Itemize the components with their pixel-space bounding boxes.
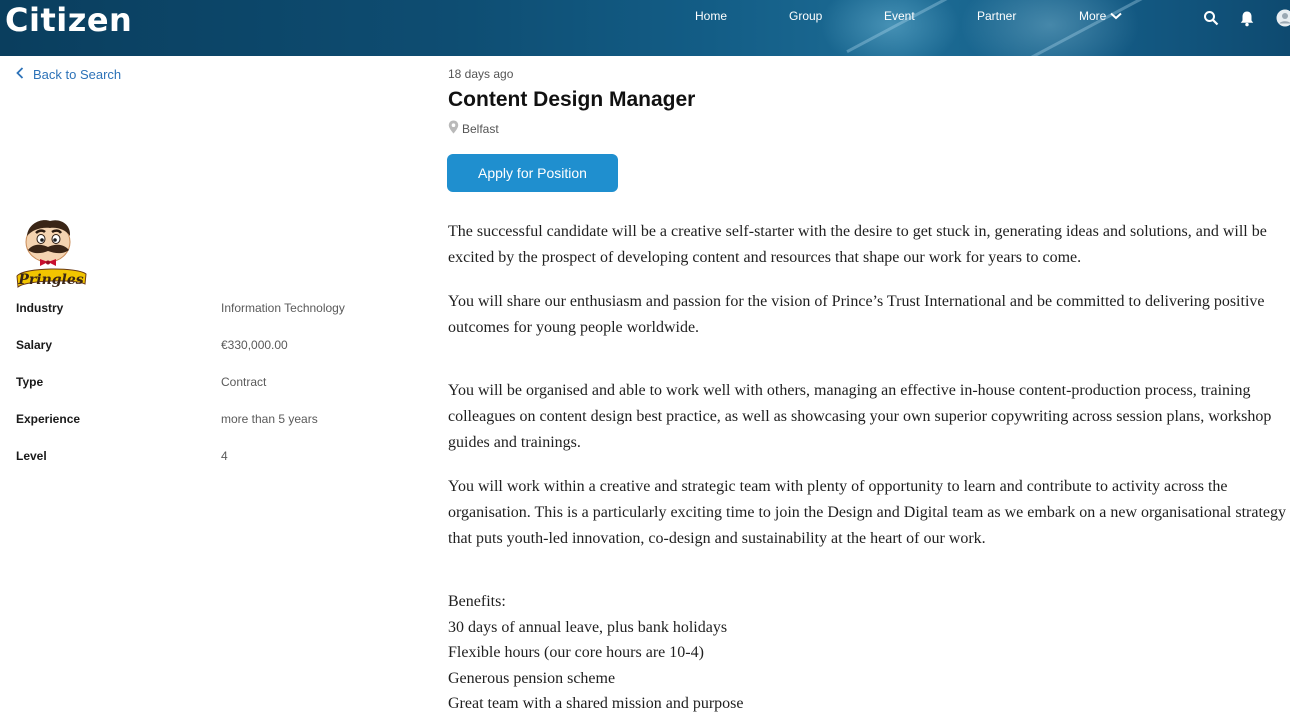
- nav-home[interactable]: Home: [695, 9, 727, 23]
- site-logo[interactable]: Citizen: [5, 1, 132, 39]
- job-title: Content Design Manager: [448, 88, 696, 111]
- job-description: The successful candidate will be a creat…: [448, 219, 1288, 717]
- detail-row-level: Level 4: [16, 449, 396, 486]
- nav-more[interactable]: More: [1079, 9, 1123, 23]
- back-to-search-label: Back to Search: [33, 67, 122, 82]
- job-details-table: Industry Information Technology Salary €…: [16, 301, 396, 486]
- detail-label: Salary: [16, 338, 53, 352]
- bell-icon[interactable]: [1238, 9, 1256, 27]
- job-location: Belfast: [448, 120, 499, 137]
- detail-label: Type: [16, 375, 44, 389]
- nav-partner[interactable]: Partner: [977, 9, 1016, 23]
- benefit-item: 30 days of annual leave, plus bank holid…: [448, 618, 728, 636]
- job-location-label: Belfast: [462, 121, 499, 136]
- nav-group[interactable]: Group: [789, 9, 822, 23]
- benefit-item: Generous pension scheme: [448, 669, 616, 687]
- company-logo: Pringles: [14, 218, 88, 290]
- detail-value: more than 5 years: [221, 412, 318, 426]
- benefits-heading: Benefits:: [448, 593, 506, 610]
- detail-label: Industry: [16, 301, 64, 315]
- chevron-left-icon: [16, 67, 24, 82]
- detail-row-industry: Industry Information Technology: [16, 301, 396, 338]
- benefits-list: Benefits: 30 days of annual leave, plus …: [448, 589, 1288, 717]
- detail-row-experience: Experience more than 5 years: [16, 412, 396, 449]
- nav-more-label: More: [1079, 9, 1107, 23]
- detail-value: Information Technology: [221, 301, 345, 315]
- detail-label: Experience: [16, 412, 81, 426]
- detail-value: €330,000.00: [221, 338, 288, 352]
- description-paragraph: You will share our enthusiasm and passio…: [448, 293, 1265, 336]
- top-nav-bar: Citizen Home Group Event Partner More: [0, 0, 1290, 56]
- benefit-item: Flexible hours (our core hours are 10-4): [448, 644, 704, 661]
- benefit-item: Great team with a shared mission and pur…: [448, 695, 744, 712]
- detail-label: Level: [16, 449, 47, 463]
- apply-for-position-button[interactable]: Apply for Position: [447, 154, 618, 192]
- description-paragraph: The successful candidate will be a creat…: [448, 223, 1267, 266]
- back-to-search-link[interactable]: Back to Search: [16, 67, 121, 82]
- detail-row-salary: Salary €330,000.00: [16, 338, 396, 375]
- nav-event[interactable]: Event: [884, 9, 915, 23]
- company-logo-text: Pringles: [17, 272, 83, 288]
- posted-date: 18 days ago: [448, 67, 514, 81]
- user-avatar-icon[interactable]: [1276, 9, 1290, 27]
- chevron-down-icon: [1110, 9, 1123, 23]
- detail-value: Contract: [221, 375, 267, 389]
- search-icon[interactable]: [1202, 9, 1220, 27]
- detail-row-type: Type Contract: [16, 375, 396, 412]
- description-paragraph: You will work within a creative and stra…: [448, 478, 1287, 547]
- description-paragraph: You will be organised and able to work w…: [448, 382, 1272, 451]
- detail-value: 4: [221, 449, 228, 463]
- map-pin-icon: [448, 120, 459, 137]
